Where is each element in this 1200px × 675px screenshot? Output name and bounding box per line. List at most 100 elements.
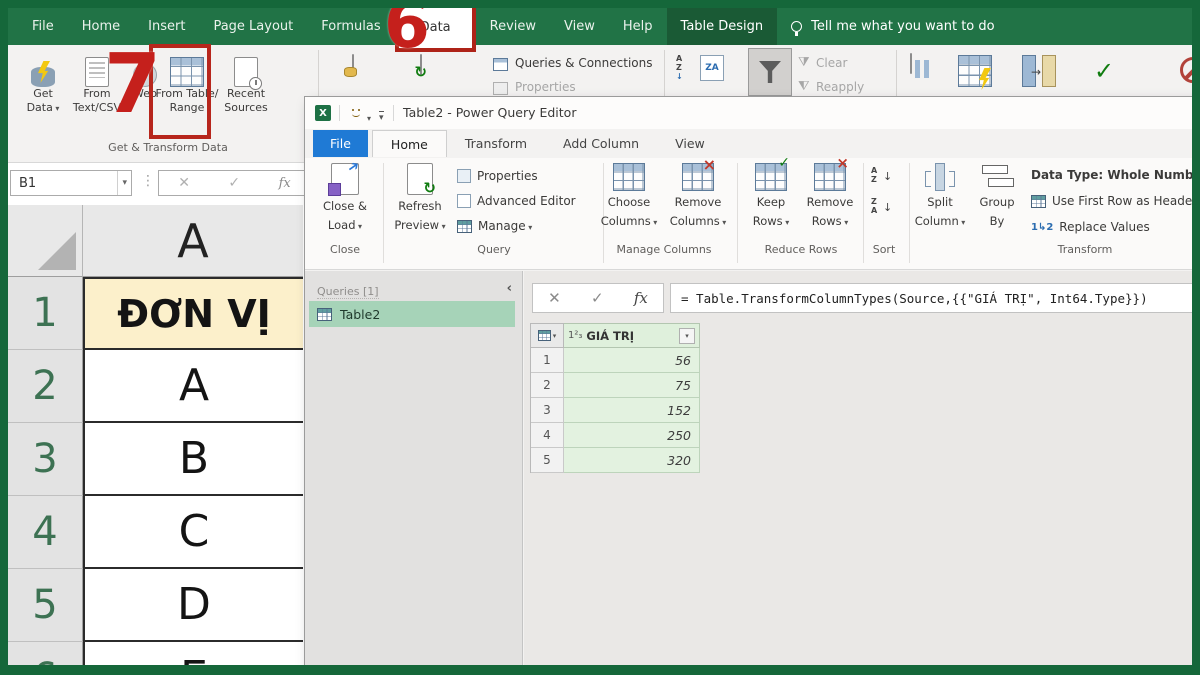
remove-columns-button[interactable]: × Remove Columns [665, 163, 731, 229]
choose-columns-button[interactable]: Choose Columns [597, 163, 661, 229]
pq-row-number[interactable]: 1 [531, 348, 564, 373]
filter-button[interactable] [748, 48, 792, 96]
pq-fx-icon[interactable]: fx [634, 289, 648, 307]
row-header-6[interactable]: 6 [8, 642, 83, 665]
name-box-caret-icon[interactable]: ▾ [117, 171, 131, 195]
grid-row-4: 4C [8, 496, 303, 569]
replace-values-label: Replace Values [1059, 220, 1150, 234]
get-data-icon [31, 53, 55, 87]
name-box-value: B1 [19, 176, 36, 191]
pq-cell-value[interactable]: 250 [564, 423, 700, 448]
column-header-a[interactable]: A [83, 205, 303, 277]
fx-icon[interactable]: fx [279, 176, 291, 191]
advanced-editor-icon [457, 194, 471, 208]
tab-file[interactable]: File [18, 8, 68, 45]
queries-connections-label[interactable]: Queries & Connections [515, 56, 652, 70]
properties-button[interactable]: Properties [457, 169, 538, 183]
split-column-button[interactable]: Split Column [911, 163, 969, 229]
first-row-headers-button[interactable]: Use First Row as Headers [1031, 194, 1200, 208]
query-table-icon [317, 308, 332, 321]
sort-ascending-icon[interactable]: AZ↓ [676, 55, 683, 81]
pq-enter-icon[interactable]: ✓ [591, 289, 604, 307]
flash-fill-icon[interactable] [958, 55, 992, 87]
existing-connections-icon[interactable] [352, 54, 354, 75]
tell-me-box[interactable]: Tell me what you want to do [791, 19, 994, 34]
advanced-editor-button[interactable]: Advanced Editor [457, 194, 576, 208]
whole-number-type-icon[interactable]: 1²₃ [568, 330, 582, 341]
pq-cell-value[interactable]: 56 [564, 348, 700, 373]
pq-row-number[interactable]: 3 [531, 398, 564, 423]
replace-values-button[interactable]: 1↳2 Replace Values [1031, 220, 1150, 234]
remove-rows-label2: Rows [812, 214, 848, 229]
pq-cell-value[interactable]: 152 [564, 398, 700, 423]
tab-view[interactable]: View [550, 8, 609, 45]
column-filter-button[interactable]: ▾ [679, 328, 695, 344]
remove-duplicates-icon[interactable]: → [1022, 55, 1060, 87]
power-query-window: Table2 - Power Query Editor FileHomeTran… [305, 97, 1200, 675]
collapse-pane-icon[interactable]: ‹ [507, 281, 512, 296]
sort-az-arrow-icon: ↓ [883, 170, 892, 183]
tab-page-layout[interactable]: Page Layout [199, 8, 307, 45]
manage-columns-group-label: Manage Columns [597, 243, 731, 256]
tab-help[interactable]: Help [609, 8, 667, 45]
row-header-3[interactable]: 3 [8, 423, 83, 496]
recent-sources-button[interactable]: Recent Sources [220, 53, 272, 116]
cell-a3[interactable]: B [83, 423, 303, 496]
query-item-table2[interactable]: Table2 [309, 301, 515, 327]
pq-row-number[interactable]: 5 [531, 448, 564, 473]
cell-a4[interactable]: C [83, 496, 303, 569]
pq-tab-add-column[interactable]: Add Column [545, 130, 657, 157]
sort-az-button[interactable]: AZ [871, 167, 877, 185]
cell-a6[interactable]: E [83, 642, 303, 665]
tab-table-design[interactable]: Table Design [667, 8, 778, 45]
row-header-2[interactable]: 2 [8, 350, 83, 423]
manage-button[interactable]: Manage [457, 219, 532, 233]
tab-formulas[interactable]: Formulas [307, 8, 394, 45]
pq-main-area: Queries [1] ‹ Table2 ✕ ✓ fx = Table.Tran… [305, 271, 1200, 675]
data-type-button[interactable]: Data Type: Whole Number [1031, 168, 1200, 182]
select-all-cell[interactable] [8, 205, 83, 277]
remove-rows-button[interactable]: × Remove Rows [801, 163, 859, 229]
text-to-columns-icon[interactable] [910, 53, 912, 74]
name-box[interactable]: B1 ▾ [10, 170, 132, 196]
data-validation-icon[interactable]: ✓ [1094, 57, 1114, 85]
quick-access-caret-icon[interactable] [379, 105, 384, 124]
pq-formula-buttons: ✕ ✓ fx [532, 283, 664, 313]
enter-icon[interactable]: ✓ [228, 175, 240, 191]
manage-icon [457, 220, 472, 233]
keep-rows-icon: ✓ [755, 163, 787, 191]
pq-cancel-icon[interactable]: ✕ [548, 289, 561, 307]
tab-review[interactable]: Review [476, 8, 550, 45]
cell-a1[interactable]: ĐƠN VỊ [83, 277, 303, 350]
row-header-4[interactable]: 4 [8, 496, 83, 569]
pq-tab-view[interactable]: View [657, 130, 723, 157]
group-by-button[interactable]: Group By [971, 163, 1023, 229]
cell-a5[interactable]: D [83, 569, 303, 642]
cancel-icon[interactable]: ✕ [178, 175, 190, 191]
pq-cell-value[interactable]: 75 [564, 373, 700, 398]
pq-tab-transform[interactable]: Transform [447, 130, 545, 157]
pq-tab-home[interactable]: Home [372, 130, 447, 157]
pq-row-number[interactable]: 4 [531, 423, 564, 448]
get-data-button[interactable]: Get Data [16, 53, 70, 116]
group-by-label1: Group [979, 195, 1014, 210]
sort-za-button[interactable]: ZA [871, 198, 877, 216]
cell-a2[interactable]: A [83, 350, 303, 423]
pq-formula-bar[interactable]: = Table.TransformColumnTypes(Source,{{"G… [670, 283, 1194, 313]
refresh-preview-button[interactable]: ↻ Refresh Preview [389, 163, 451, 233]
pq-cell-value[interactable]: 320 [564, 448, 700, 473]
smiley-caret-icon[interactable] [367, 106, 371, 125]
close-and-load-button[interactable]: ➔ Close & Load [315, 163, 375, 233]
get-transform-group-label: Get & Transform Data [63, 141, 273, 154]
row-header-5[interactable]: 5 [8, 569, 83, 642]
pq-title-bar[interactable]: Table2 - Power Query Editor [305, 97, 1200, 129]
pq-tab-file[interactable]: File [313, 130, 368, 157]
drag-dots-icon: ⋮ [141, 173, 155, 189]
row-header-1[interactable]: 1 [8, 277, 83, 350]
keep-rows-button[interactable]: ✓ Keep Rows [743, 163, 799, 229]
pq-row-number[interactable]: 2 [531, 373, 564, 398]
sort-dialog-icon[interactable]: ZA [700, 55, 724, 81]
reduce-rows-group-label: Reduce Rows [743, 243, 859, 256]
pq-table-corner-button[interactable]: ▾ [531, 323, 564, 348]
pq-column-header[interactable]: 1²₃ GIÁ TRỊ ▾ [564, 323, 700, 348]
